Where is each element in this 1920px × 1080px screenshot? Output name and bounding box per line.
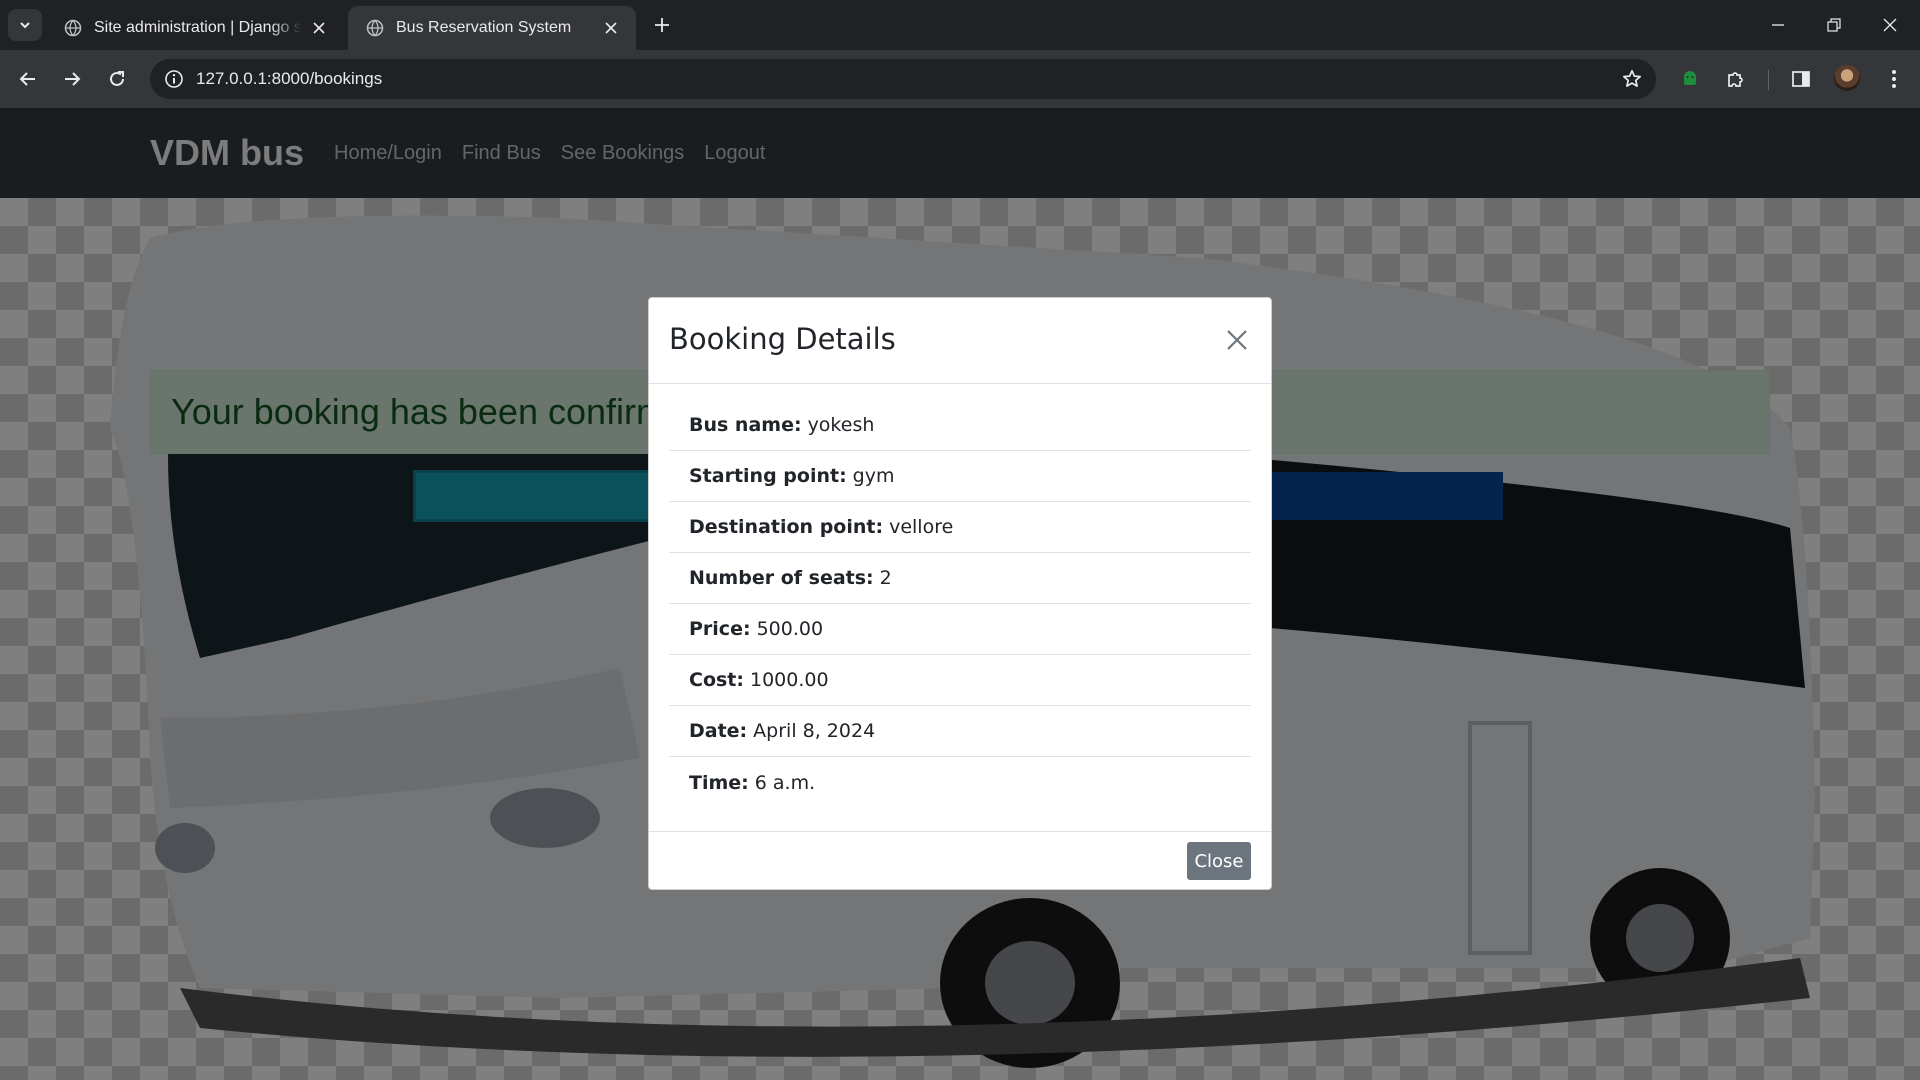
new-tab-button[interactable] bbox=[648, 11, 676, 39]
toolbar-divider bbox=[1768, 70, 1769, 90]
booking-details-modal: Booking Details Bus name: yokesh Starting… bbox=[648, 297, 1272, 890]
detail-destination-point: Destination point: vellore bbox=[669, 502, 1251, 553]
side-panel-button[interactable] bbox=[1785, 63, 1817, 95]
tab-close-button[interactable] bbox=[308, 17, 330, 39]
detail-label: Date: bbox=[689, 720, 748, 742]
close-icon bbox=[605, 22, 617, 34]
chevron-down-icon bbox=[20, 22, 30, 29]
minimize-icon bbox=[1772, 24, 1784, 26]
tab-close-button[interactable] bbox=[600, 17, 622, 39]
browser-tab-strip: Site administration | Django site admin … bbox=[0, 0, 1920, 50]
browser-toolbar: 127.0.0.1:8000/bookings bbox=[0, 50, 1920, 108]
extension-button[interactable] bbox=[1674, 63, 1706, 95]
detail-value: April 8, 2024 bbox=[753, 720, 876, 742]
close-icon bbox=[313, 22, 325, 34]
side-panel-icon bbox=[1792, 71, 1810, 87]
restore-button[interactable] bbox=[1806, 0, 1862, 50]
detail-label: Cost: bbox=[689, 669, 744, 691]
info-icon bbox=[165, 70, 183, 88]
tab-django-admin[interactable]: Site administration | Django site admin bbox=[46, 6, 344, 50]
tab-title: Bus Reservation System bbox=[396, 19, 572, 36]
modal-close-button[interactable] bbox=[1219, 322, 1255, 358]
back-button[interactable] bbox=[12, 63, 44, 95]
arrow-left-icon bbox=[19, 72, 35, 86]
extensions-button[interactable] bbox=[1720, 63, 1752, 95]
android-icon bbox=[1684, 71, 1696, 85]
browser-menu-button[interactable] bbox=[1878, 63, 1910, 95]
window-close-button[interactable] bbox=[1862, 0, 1918, 50]
detail-label: Price: bbox=[689, 618, 751, 640]
detail-value: 1000.00 bbox=[750, 669, 829, 691]
detail-starting-point: Starting point: gym bbox=[669, 451, 1251, 502]
detail-value: gym bbox=[852, 465, 895, 487]
globe-icon bbox=[366, 19, 384, 37]
detail-date: Date: April 8, 2024 bbox=[669, 706, 1251, 757]
restore-icon bbox=[1827, 18, 1841, 32]
arrow-right-icon bbox=[65, 72, 81, 86]
detail-value: 500.00 bbox=[756, 618, 824, 640]
detail-value: 6 a.m. bbox=[754, 771, 816, 794]
forward-button[interactable] bbox=[56, 63, 88, 95]
detail-label: Bus name: bbox=[689, 414, 802, 436]
modal-header: Booking Details bbox=[649, 298, 1271, 384]
close-button[interactable]: Close bbox=[1187, 842, 1251, 880]
reload-button[interactable] bbox=[101, 63, 133, 95]
kebab-menu-icon bbox=[1892, 70, 1896, 88]
modal-body: Bus name: yokesh Starting point: gym Desti… bbox=[649, 384, 1271, 808]
plus-icon bbox=[655, 18, 669, 32]
detail-value: yokesh bbox=[807, 414, 875, 436]
tab-search-button[interactable] bbox=[8, 9, 42, 41]
globe-icon bbox=[64, 19, 82, 37]
tab-bus-reservation[interactable]: Bus Reservation System bbox=[348, 6, 636, 50]
modal-footer: Close bbox=[649, 831, 1271, 889]
detail-label: Starting point: bbox=[689, 465, 847, 487]
detail-price: Price: 500.00 bbox=[669, 604, 1251, 655]
profile-avatar[interactable] bbox=[1834, 65, 1860, 91]
close-icon bbox=[1883, 18, 1897, 32]
site-info-button[interactable] bbox=[154, 59, 194, 99]
star-icon bbox=[1622, 69, 1642, 87]
detail-number-of-seats: Number of seats: 2 bbox=[669, 553, 1251, 604]
web-page: VDM bus Home/Login Find Bus See Bookings… bbox=[0, 108, 1920, 1080]
close-icon bbox=[1227, 330, 1247, 350]
detail-label: Number of seats: bbox=[689, 567, 874, 589]
detail-value: 2 bbox=[879, 567, 892, 589]
booking-detail-list: Bus name: yokesh Starting point: gym Desti… bbox=[669, 400, 1251, 808]
detail-time: Time: 6 a.m. bbox=[669, 757, 1251, 808]
detail-value: vellore bbox=[889, 516, 954, 538]
detail-label: Destination point: bbox=[689, 516, 884, 538]
address-bar[interactable]: 127.0.0.1:8000/bookings bbox=[150, 59, 1656, 99]
url-text: 127.0.0.1:8000/bookings bbox=[196, 69, 383, 88]
detail-bus-name: Bus name: yokesh bbox=[669, 400, 1251, 451]
reload-icon bbox=[110, 71, 124, 86]
tab-title: Site administration | Django site admin bbox=[94, 19, 302, 36]
puzzle-icon bbox=[1728, 72, 1743, 87]
minimize-button[interactable] bbox=[1750, 0, 1806, 50]
detail-cost: Cost: 1000.00 bbox=[669, 655, 1251, 706]
modal-title: Booking Details bbox=[669, 322, 896, 356]
bookmark-button[interactable] bbox=[1620, 67, 1644, 91]
detail-label: Time: bbox=[689, 771, 749, 794]
